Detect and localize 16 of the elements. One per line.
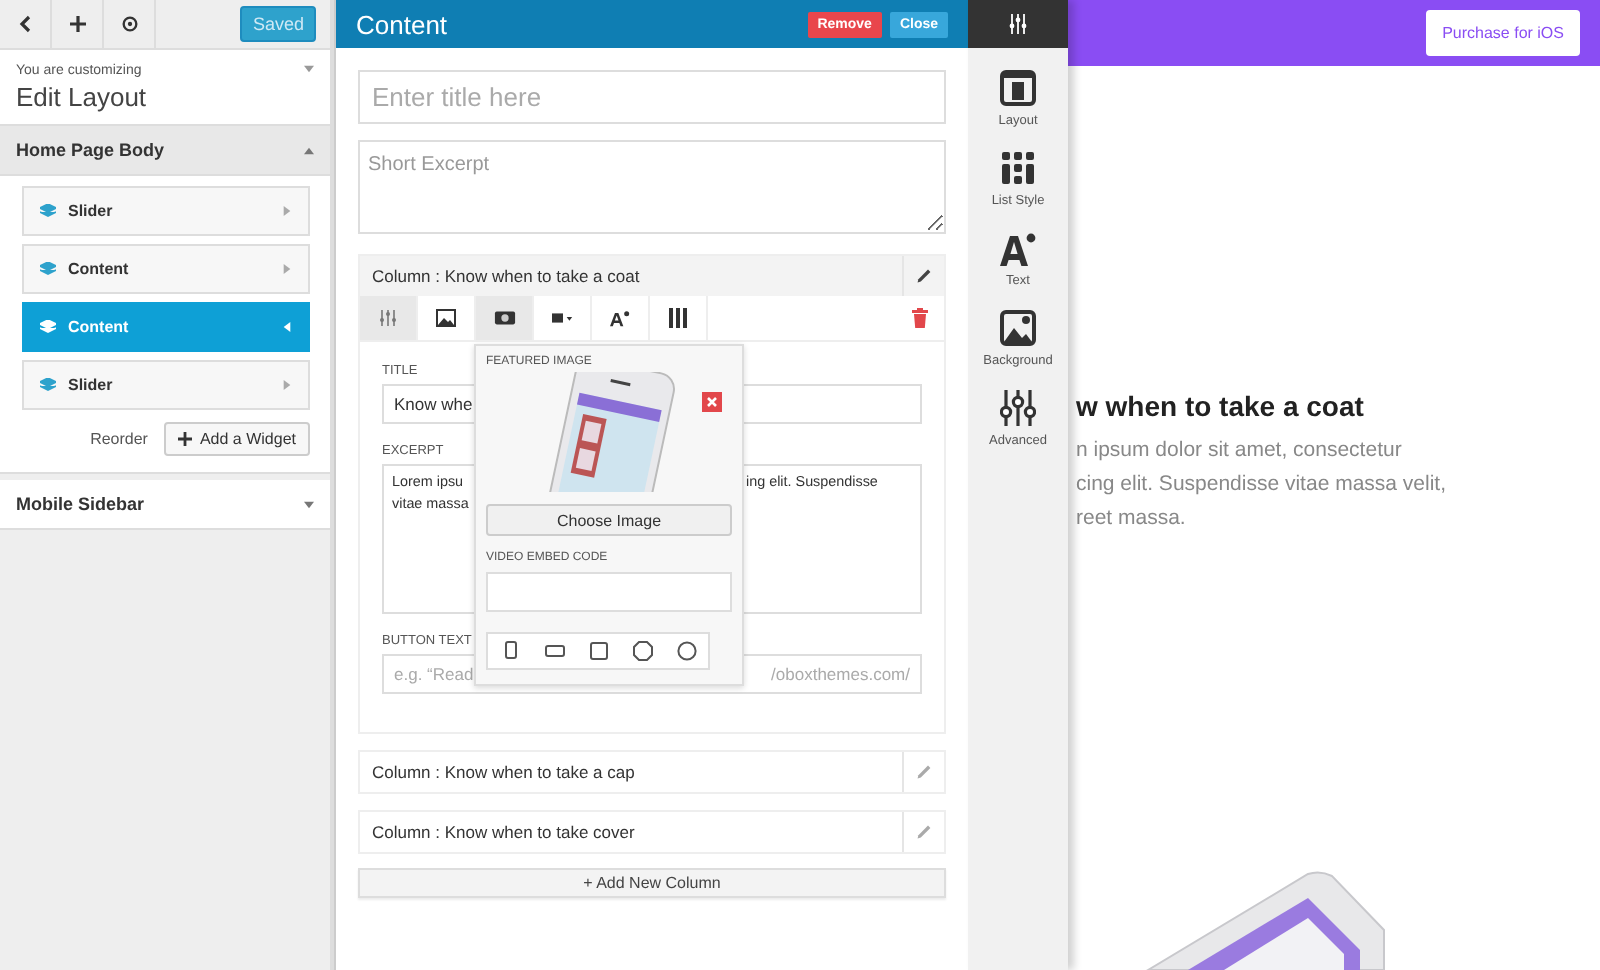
column-title: Column : Know when to take a cap	[372, 762, 635, 782]
placeholder-text: e.g. “Read	[394, 664, 474, 684]
widget-label: Content	[68, 260, 129, 278]
preview-paragraph: n ipsum dolor sit amet, consectetur cing elit. Suspendisse vitae massa velit, reet massa.	[1074, 436, 1449, 534]
widget-label: Slider	[68, 202, 113, 220]
widget-label: Content	[68, 318, 129, 336]
section-title: Mobile Sidebar	[16, 494, 145, 514]
column-title: Column : Know when to take cover	[372, 822, 635, 842]
widget-label: Slider	[68, 376, 113, 394]
column-title: Column : Know when to take a coat	[372, 266, 640, 286]
section-title: Home Page Body	[16, 140, 165, 160]
placeholder-text: /oboxthemes.com/	[771, 664, 910, 684]
panel-title: Content	[356, 9, 448, 39]
customizing-title: Edit Layout	[16, 82, 147, 112]
preview-heading: w when to take a coat	[1076, 390, 1366, 422]
input-value: Know whe	[394, 394, 473, 414]
